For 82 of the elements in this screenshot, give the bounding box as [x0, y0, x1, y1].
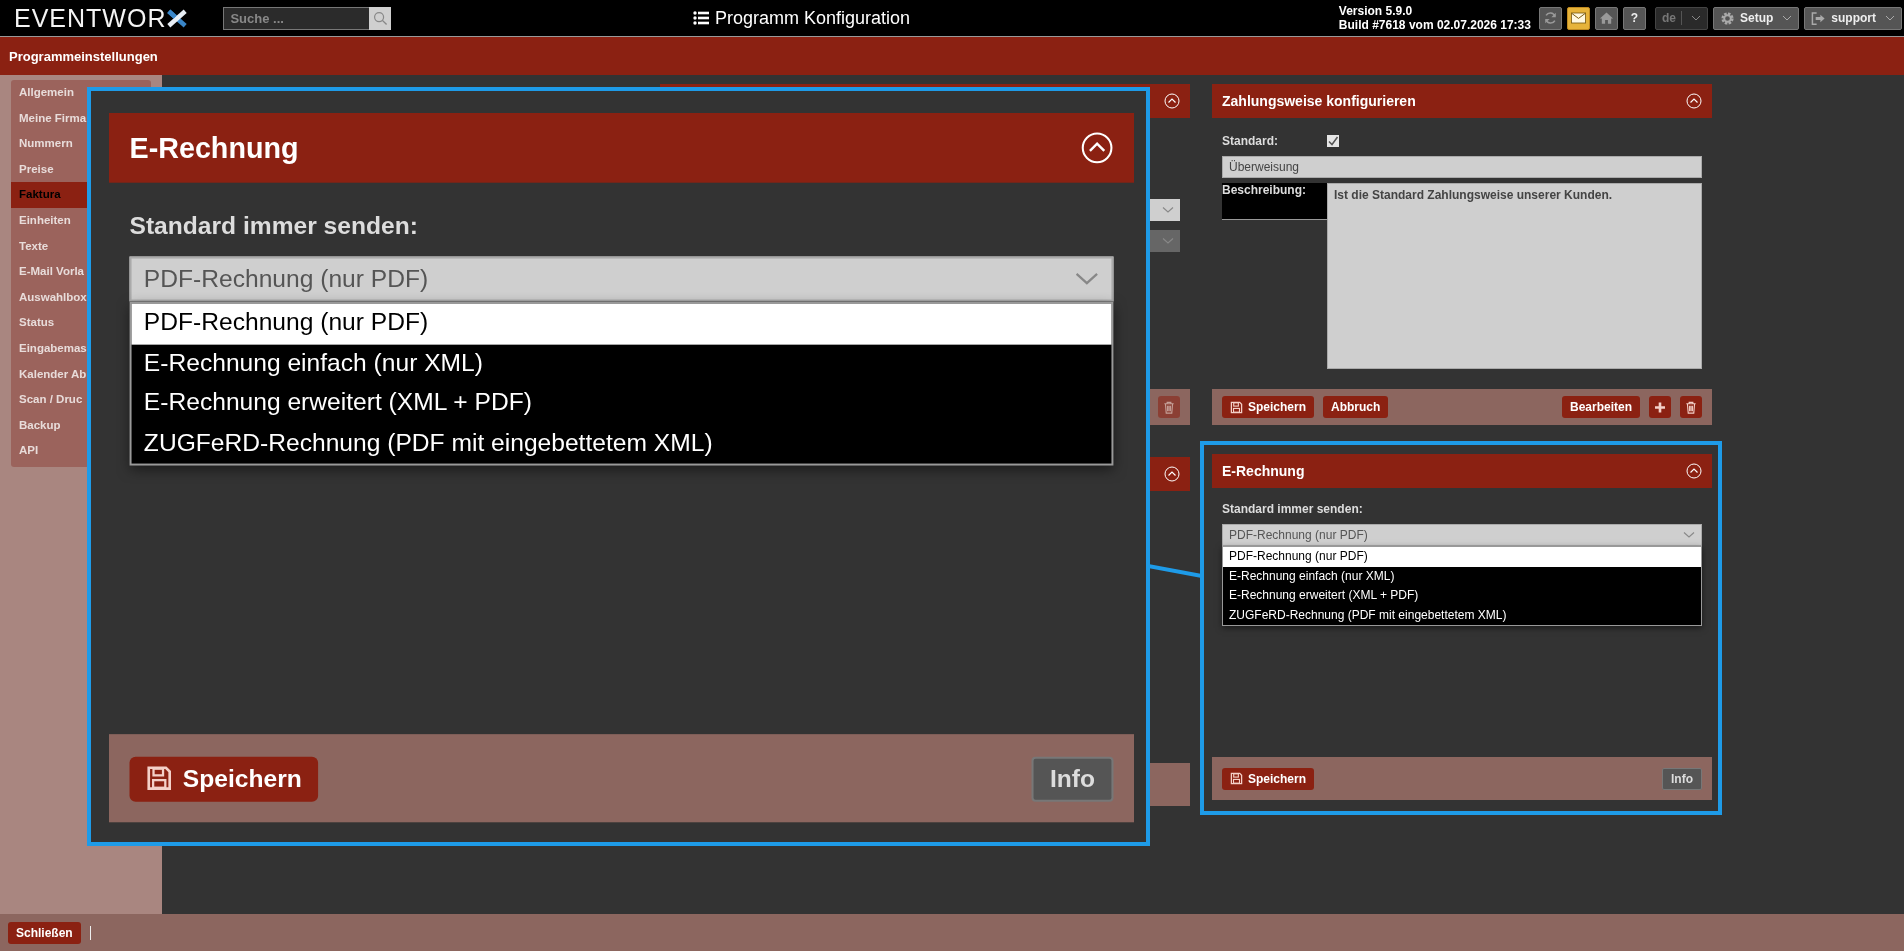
checkbox[interactable]: [1327, 135, 1339, 147]
collapse-icon[interactable]: [1080, 131, 1114, 165]
help-button[interactable]: ?: [1622, 6, 1646, 30]
name-input[interactable]: Überweisung: [1222, 156, 1702, 178]
sidebar-item[interactable]: Eingabemas: [11, 335, 87, 362]
version-text: Version 5.9.0: [1338, 4, 1414, 18]
dropdown-option[interactable]: PDF-Rechnung (nur PDF): [131, 303, 1112, 344]
caret-icon: [1782, 15, 1793, 21]
mail-button[interactable]: [1566, 6, 1590, 30]
info-button[interactable]: Info: [1031, 755, 1114, 801]
select-field[interactable]: PDF-Rechnung (nur PDF): [1222, 524, 1702, 546]
dropdown-option[interactable]: ZUGFeRD-Rechnung (PDF mit eingebettetem XML): [1223, 605, 1701, 625]
sidebar-item[interactable]: API: [11, 438, 87, 464]
select-field[interactable]: [1150, 199, 1180, 221]
panel-title: E-Rechnung: [129, 131, 300, 165]
field-label: Standard immer senden:: [129, 211, 419, 241]
delete-button[interactable]: [1158, 396, 1180, 418]
dropdown-option[interactable]: E-Rechnung erweitert (XML + PDF): [1223, 586, 1701, 606]
sidebar-item[interactable]: Allgemein: [11, 80, 87, 106]
trash-icon: [1163, 400, 1175, 414]
info-button[interactable]: Info: [1662, 767, 1702, 790]
list-icon: [693, 11, 709, 25]
sidebar-item[interactable]: Kalender Ab: [11, 361, 87, 388]
caret-icon: [1683, 531, 1695, 539]
field-label: Standard:: [1222, 134, 1279, 148]
collapse-icon[interactable]: [1164, 466, 1180, 482]
cancel-button[interactable]: Abbruch: [1323, 396, 1389, 418]
envelope-icon: [1570, 11, 1586, 25]
dropdown-option[interactable]: PDF-Rechnung (nur PDF): [1223, 547, 1701, 567]
sidebar-item[interactable]: Preise: [11, 156, 87, 183]
sign-out-icon: [1811, 10, 1827, 26]
add-button[interactable]: [1649, 396, 1671, 418]
page-title: Programm Konfiguration: [715, 7, 911, 29]
logo-text: EVENTWOR: [14, 3, 167, 33]
build-text: Build #7618 vom 02.07.2026 17:33: [1338, 18, 1531, 32]
sidebar-item[interactable]: Backup: [11, 412, 87, 439]
save-button[interactable]: Speichern: [129, 755, 319, 801]
sidebar-item[interactable]: Meine Firma: [11, 105, 87, 132]
caret-icon: [1691, 15, 1701, 21]
collapse-icon[interactable]: [1686, 93, 1702, 109]
search-button[interactable]: [369, 6, 392, 30]
sidebar-item[interactable]: Nummern: [11, 131, 87, 157]
sidebar-item[interactable]: Einheiten: [11, 207, 87, 234]
user-menu-button[interactable]: support: [1804, 6, 1902, 30]
collapse-icon[interactable]: [1686, 463, 1702, 479]
save-button[interactable]: Speichern: [1222, 767, 1315, 790]
select-field[interactable]: PDF-Rechnung (nur PDF): [129, 256, 1114, 302]
dropdown-option[interactable]: E-Rechnung erweitert (XML + PDF): [131, 383, 1112, 424]
logo-x-icon: [167, 8, 188, 28]
search-icon: [372, 10, 388, 26]
refresh-icon: [1542, 11, 1558, 25]
dropdown-option[interactable]: ZUGFeRD-Rechnung (PDF mit eingebettetem XML): [131, 423, 1112, 464]
delete-button[interactable]: [1680, 396, 1702, 418]
close-button[interactable]: Schließen: [8, 921, 81, 944]
description-textarea[interactable]: Ist die Standard Zahlungsweise unserer Kunden.: [1327, 183, 1702, 369]
trash-icon: [1685, 400, 1697, 414]
language-dropdown[interactable]: de: [1654, 6, 1708, 30]
dropdown-option[interactable]: E-Rechnung einfach (nur XML): [131, 343, 1112, 384]
dropdown-option[interactable]: E-Rechnung einfach (nur XML): [1223, 566, 1701, 586]
home-icon: [1598, 11, 1614, 25]
sidebar-item[interactable]: E-Mail Vorla: [11, 259, 87, 285]
refresh-button[interactable]: [1538, 6, 1562, 30]
caret-icon: [1162, 206, 1174, 214]
save-button[interactable]: Speichern: [1222, 396, 1315, 418]
sidebar-item[interactable]: Auswahlbox: [11, 284, 87, 311]
panel-title: E-Rechnung: [1222, 463, 1306, 479]
sidebar-item[interactable]: Texte: [11, 233, 87, 260]
caret-icon: [1162, 237, 1174, 245]
collapse-icon[interactable]: [1164, 93, 1180, 109]
sidebar-item[interactable]: Status: [11, 310, 87, 336]
caret-icon: [1885, 15, 1895, 21]
sidebar-item[interactable]: Scan / Druc: [11, 387, 87, 413]
gear-icon: [1720, 10, 1735, 26]
field-label: Standard immer senden:: [1222, 502, 1364, 516]
plus-icon: [1654, 400, 1666, 414]
search-field[interactable]: Suche ...: [223, 6, 370, 30]
field-label: Beschreibung:: [1222, 183, 1307, 197]
edit-button[interactable]: Bearbeiten: [1561, 396, 1640, 418]
section-title: Programmeinstellungen: [9, 48, 158, 64]
panel-title: Zahlungsweise konfigurieren: [1222, 93, 1417, 109]
setup-menu-button[interactable]: Setup: [1713, 6, 1800, 30]
home-button[interactable]: [1594, 6, 1618, 30]
